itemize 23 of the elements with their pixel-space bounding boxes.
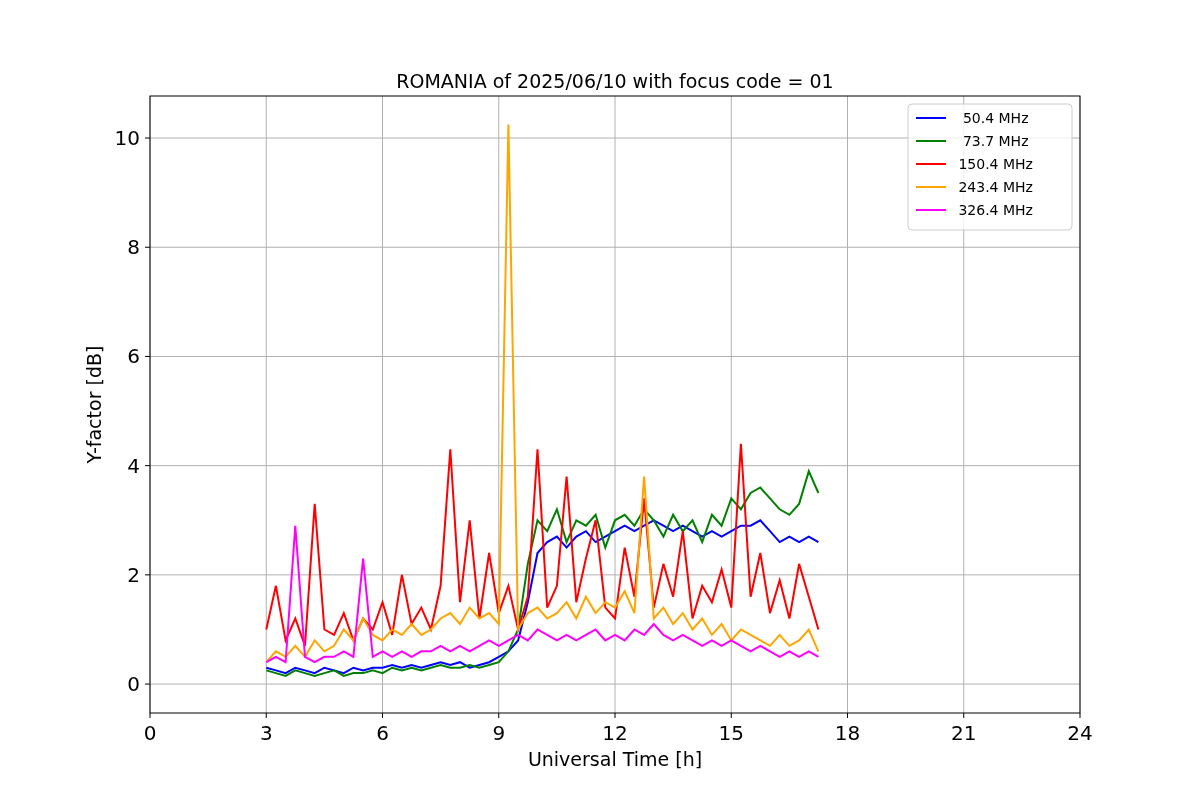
y-tick-label: 4 [127,453,140,478]
x-tick-label: 21 [951,721,977,745]
x-tick-label: 9 [492,721,506,745]
legend-label: 50.4 MHz [962,110,1029,126]
x-tick-label: 6 [376,721,389,745]
legend-label: 243.4 MHz [958,179,1033,195]
y-tick-label: 10 [114,126,140,151]
y-tick-label: 2 [127,562,140,587]
y-tick-label: 8 [127,235,140,260]
y-axis-label: Y-factor [dB] [83,345,105,464]
legend-label: 326.4 MHz [958,202,1033,218]
x-tick-label: 0 [143,721,157,745]
y-tick-label: 6 [127,344,140,369]
x-tick-label: 18 [834,721,861,745]
chart-title: ROMANIA of 2025/06/10 with focus code = 01 [396,70,834,92]
legend-label: 73.7 MHz [962,133,1029,149]
y-tick-label: 0 [127,672,140,697]
x-tick-label: 12 [602,721,628,745]
x-tick-label: 3 [259,721,273,745]
legend-label: 150.4 MHz [958,156,1033,172]
x-tick-label: 24 [1067,721,1093,745]
x-tick-label: 15 [718,721,744,745]
x-axis-label: Universal Time [h] [527,748,703,770]
